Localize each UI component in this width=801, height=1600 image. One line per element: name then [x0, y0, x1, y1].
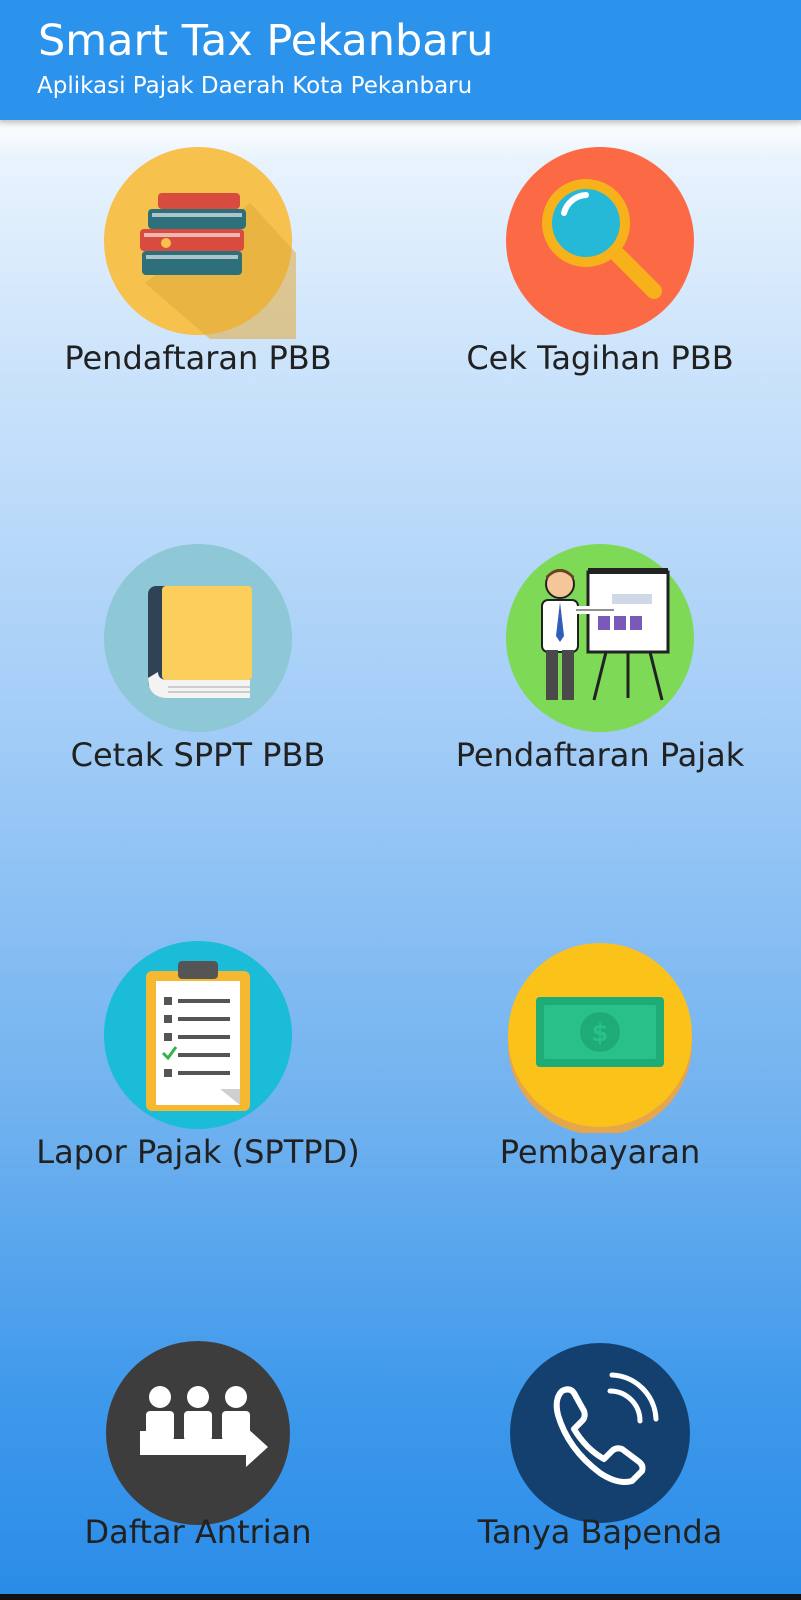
menu-item-daftar-antrian[interactable]: Daftar Antrian: [18, 1335, 378, 1600]
svg-text:$: $: [592, 1019, 609, 1047]
menu-label: Tanya Bapenda: [477, 1513, 723, 1551]
queue-icon: [100, 1335, 296, 1531]
menu-label: Pendaftaran Pajak: [455, 736, 745, 774]
menu-label: Daftar Antrian: [84, 1513, 312, 1551]
app-screen: Smart Tax Pekanbaru Aplikasi Pajak Daera…: [0, 0, 801, 1600]
bottom-edge: [0, 1594, 801, 1600]
menu-label: Cek Tagihan PBB: [466, 339, 734, 377]
menu-item-pendaftaran-pajak[interactable]: Pendaftaran Pajak: [420, 540, 780, 860]
magnifier-icon: [502, 143, 698, 339]
app-title: Smart Tax Pekanbaru: [38, 16, 494, 66]
book-icon: [100, 540, 296, 736]
app-bar: Smart Tax Pekanbaru Aplikasi Pajak Daera…: [0, 0, 801, 120]
menu-item-pendaftaran-pbb[interactable]: Pendaftaran PBB: [18, 143, 378, 463]
app-subtitle: Aplikasi Pajak Daerah Kota Pekanbaru: [37, 73, 473, 99]
menu-label: Pembayaran: [499, 1133, 701, 1171]
menu-label: Lapor Pajak (SPTPD): [36, 1133, 360, 1171]
menu-label: Pendaftaran PBB: [64, 339, 332, 377]
books-icon: [100, 143, 296, 339]
menu-item-lapor-pajak[interactable]: Lapor Pajak (SPTPD): [18, 937, 378, 1257]
menu-item-tanya-bapenda[interactable]: Tanya Bapenda: [420, 1335, 780, 1600]
clipboard-icon: [100, 937, 296, 1133]
menu-item-cetak-sppt-pbb[interactable]: Cetak SPPT PBB: [18, 540, 378, 860]
menu-label: Cetak SPPT PBB: [70, 736, 326, 774]
menu-item-cek-tagihan-pbb[interactable]: Cek Tagihan PBB: [420, 143, 780, 463]
menu-item-pembayaran[interactable]: $ Pembayaran: [420, 937, 780, 1257]
money-icon: $: [502, 937, 698, 1133]
presentation-icon: [502, 540, 698, 736]
phone-icon: [502, 1335, 698, 1531]
